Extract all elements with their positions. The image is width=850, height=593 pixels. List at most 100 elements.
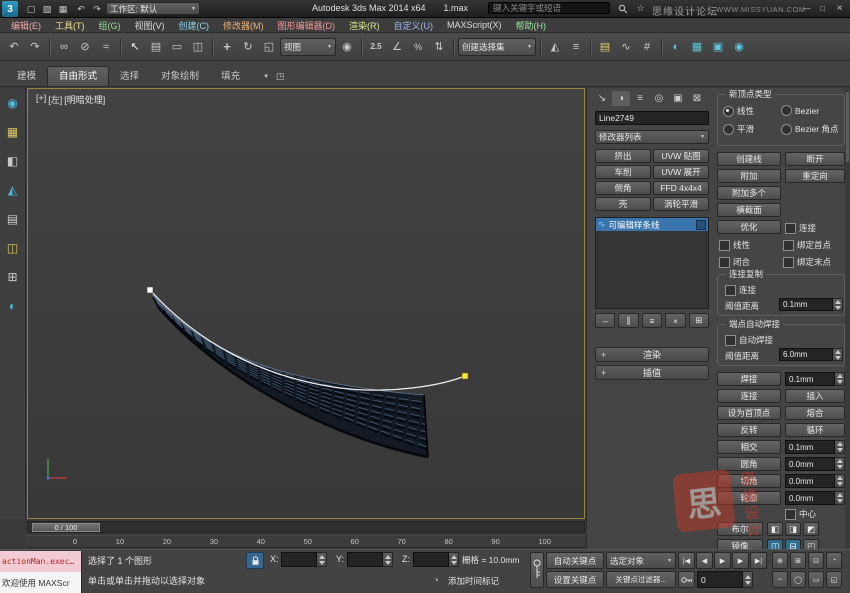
save-file-icon[interactable]: ▦ xyxy=(56,2,70,16)
ribbon-collapse-icon[interactable]: ▼ xyxy=(259,67,273,86)
spinner-snap-icon[interactable]: ⇅ xyxy=(429,37,449,57)
boolean-subtract-icon[interactable]: ◨ xyxy=(785,522,801,536)
current-frame-field[interactable]: 0 xyxy=(697,571,743,588)
make-first-button[interactable]: 设为首顶点 xyxy=(717,406,781,420)
bind-spacewarp-icon[interactable]: ≈ xyxy=(96,37,116,57)
spinner-arrows[interactable] xyxy=(835,457,845,471)
reorient-button[interactable]: 重定向 xyxy=(785,169,845,183)
open-file-icon[interactable]: ▧ xyxy=(40,2,54,16)
rollout-interpolation[interactable]: + 插值 xyxy=(595,365,709,380)
dock-tool-icon-1[interactable]: ◉ xyxy=(4,94,22,112)
viewport-left[interactable]: [+] [左] [明暗处理] xyxy=(27,88,585,519)
checkbox-box[interactable] xyxy=(719,240,730,251)
menu-graph-editors[interactable]: 图形编辑器(D) xyxy=(271,19,343,32)
go-to-start-button[interactable]: |◀ xyxy=(678,552,695,569)
motion-tab-icon[interactable]: ◎ xyxy=(650,91,668,106)
linear-checkbox[interactable]: 线性 xyxy=(719,239,750,251)
redo-icon[interactable]: ↷ xyxy=(90,2,104,16)
pin-stack-icon[interactable]: – xyxy=(595,313,615,328)
outline-button[interactable]: 轮廓 xyxy=(717,491,781,505)
utilities-tab-icon[interactable]: ⊠ xyxy=(688,91,706,106)
ribbon-tab-modeling[interactable]: 建模 xyxy=(6,67,47,86)
app-logo-icon[interactable]: 3 xyxy=(2,1,18,17)
cross-insert-button[interactable]: 相交 xyxy=(717,440,781,454)
spline-vertex-end-selected[interactable] xyxy=(462,373,468,379)
time-tag-icon[interactable]: ◔ xyxy=(428,572,444,588)
radio-bezier[interactable]: Bezier xyxy=(781,105,819,116)
spline-vertex-start[interactable] xyxy=(147,287,153,293)
rect-selection-region-icon[interactable]: ▭ xyxy=(167,37,187,57)
schematic-view-icon[interactable]: # xyxy=(637,37,657,57)
spinner-arrows[interactable] xyxy=(835,491,845,505)
bind-last-checkbox[interactable]: 绑定末点 xyxy=(783,256,831,268)
rollout-expand-icon[interactable]: + xyxy=(601,350,606,360)
menu-customize[interactable]: 自定义(U) xyxy=(387,19,441,32)
previous-frame-button[interactable]: ◀ xyxy=(696,552,713,569)
menu-views[interactable]: 视图(V) xyxy=(128,19,172,32)
cross-insert-spinner[interactable]: 0.1mm xyxy=(785,440,845,454)
select-object-icon[interactable]: ↖ xyxy=(125,37,145,57)
chamfer-button[interactable]: 切角 xyxy=(717,474,781,488)
add-time-tag-text[interactable]: 添加时间标记 xyxy=(448,575,499,587)
macro-recorder-line[interactable]: actionMan.exec… xyxy=(0,551,81,572)
viewport-menu-general[interactable]: [+] xyxy=(36,93,46,106)
render-setup-icon[interactable]: ▦ xyxy=(687,37,707,57)
ribbon-tab-populate[interactable]: 填充 xyxy=(210,67,251,86)
z-coordinate-field[interactable] xyxy=(413,552,459,567)
close-button[interactable]: × xyxy=(833,2,846,15)
radio-dot[interactable] xyxy=(723,106,734,117)
weld-threshold-spinner[interactable]: 6.0mm xyxy=(779,348,843,361)
material-editor-icon[interactable]: ◐ xyxy=(666,37,686,57)
menu-maxscript[interactable]: MAXScript(X) xyxy=(440,20,509,30)
checkbox-box[interactable] xyxy=(719,257,730,268)
rollout-rendering[interactable]: + 渲染 xyxy=(595,347,709,362)
align-icon[interactable]: ≡ xyxy=(566,37,586,57)
render-production-icon[interactable]: ◉ xyxy=(729,37,749,57)
weld-spinner[interactable]: 0.1mm xyxy=(785,372,845,386)
ribbon-tab-freeform[interactable]: 自由形式 xyxy=(47,66,109,86)
checkbox-box[interactable] xyxy=(725,335,736,346)
window-crossing-icon[interactable]: ◫ xyxy=(188,37,208,57)
modifier-stack[interactable]: ∿ 可编辑样条线 xyxy=(595,217,709,309)
workspace-dropdown[interactable]: 工作区: 默认 ▼ xyxy=(106,2,200,15)
connect-threshold-spinner[interactable]: 0.1mm xyxy=(779,298,843,311)
spinner-arrows[interactable] xyxy=(317,552,327,567)
key-mode-toggle[interactable] xyxy=(678,571,695,588)
checkbox-box[interactable] xyxy=(725,285,736,296)
zoom-region-icon[interactable]: ▭ xyxy=(808,571,824,588)
dock-tool-icon-2[interactable]: ▦ xyxy=(4,123,22,141)
modifier-button-turbosmooth[interactable]: 涡轮平滑 xyxy=(653,197,709,211)
next-frame-button[interactable]: ▶ xyxy=(732,552,749,569)
ribbon-panel-icon[interactable]: ◳ xyxy=(273,67,287,86)
attach-button[interactable]: 附加 xyxy=(717,169,781,183)
dock-tool-icon-6[interactable]: ◫ xyxy=(4,239,22,257)
viewport-menu-view[interactable]: [左] xyxy=(48,93,62,106)
use-pivot-center-icon[interactable]: ◉ xyxy=(337,37,357,57)
chamfer-spinner[interactable]: 0.0mm xyxy=(785,474,845,488)
radio-dot[interactable] xyxy=(781,105,792,116)
panel-scrollbar[interactable] xyxy=(845,88,850,549)
menu-modifiers[interactable]: 修改器(M) xyxy=(216,19,271,32)
hierarchy-tab-icon[interactable]: ≡ xyxy=(631,91,649,106)
mirror-vertical-icon[interactable]: ⊟ xyxy=(785,539,801,549)
remove-modifier-icon[interactable]: × xyxy=(665,313,685,328)
redo-scene-icon[interactable]: ↷ xyxy=(25,37,45,57)
checkbox-box[interactable] xyxy=(783,240,794,251)
move-icon[interactable]: + xyxy=(217,37,237,57)
new-file-icon[interactable]: ▢ xyxy=(24,2,38,16)
mirror-button[interactable]: 镜像 xyxy=(717,539,763,549)
boolean-intersect-icon[interactable]: ◩ xyxy=(803,522,819,536)
ribbon-tab-object-paint[interactable]: 对象绘制 xyxy=(150,67,210,86)
set-key-button[interactable]: 设置关键点 xyxy=(546,571,604,588)
dock-tool-icon-3[interactable]: ◧ xyxy=(4,152,22,170)
connect-button[interactable]: 连接 xyxy=(717,389,781,403)
dock-tool-icon-8[interactable]: ◐ xyxy=(4,297,22,315)
modifier-list-dropdown[interactable]: 修改器列表 ▼ xyxy=(595,130,709,144)
weld-button[interactable]: 焊接 xyxy=(717,372,781,386)
dock-tool-icon-5[interactable]: ▤ xyxy=(4,210,22,228)
x-coordinate-field[interactable] xyxy=(281,552,327,567)
cycle-button[interactable]: 循环 xyxy=(785,423,845,437)
set-keys-button[interactable] xyxy=(530,552,544,588)
stack-item-state-icon[interactable] xyxy=(696,220,706,230)
scale-icon[interactable]: ◱ xyxy=(259,37,279,57)
